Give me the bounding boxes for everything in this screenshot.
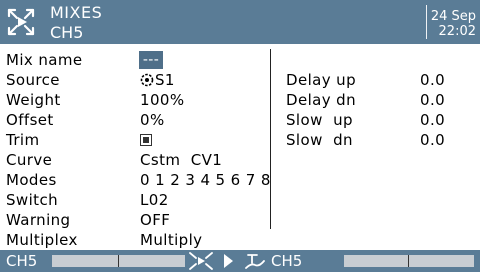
weight-value[interactable]: 100%: [140, 90, 184, 110]
field-label: Weight: [6, 91, 61, 109]
center-tick: [118, 255, 119, 267]
center-tick: [408, 255, 409, 267]
header-time: 22:02: [438, 24, 476, 39]
field-label: Switch: [6, 191, 58, 209]
mix-name-input[interactable]: ---: [139, 51, 163, 69]
header-date: 24 Sep: [430, 9, 476, 24]
field-row-curve[interactable]: Curve Cstm CV1: [6, 150, 271, 170]
radio-logo-icon[interactable]: [6, 7, 36, 37]
delay-dn-value[interactable]: 0.0: [420, 90, 445, 110]
delay-up-value[interactable]: 0.0: [420, 70, 445, 90]
curve-value[interactable]: Cstm CV1: [140, 150, 222, 170]
field-label: Offset: [6, 111, 54, 129]
field-row-modes[interactable]: Modes 0 1 2 3 4 5 6 7 8: [6, 170, 271, 190]
slow-dn-value[interactable]: 0.0: [420, 130, 445, 150]
mixer-icon: [189, 252, 213, 270]
field-row-weight[interactable]: Weight 100%: [6, 90, 271, 110]
footer-bar: CH5 CH5: [0, 250, 480, 272]
column-divider: [270, 49, 271, 229]
field-label: Delay up: [286, 71, 357, 89]
arrow-right-icon: [224, 254, 233, 268]
slow-up-value[interactable]: 0.0: [420, 110, 445, 130]
field-row-trim[interactable]: Trim: [6, 130, 271, 150]
field-row-source[interactable]: Source S1: [6, 70, 271, 90]
multiplex-value[interactable]: Multiply: [140, 230, 202, 250]
field-label: Slow up: [286, 111, 353, 129]
field-label: Modes: [6, 171, 57, 189]
warning-value[interactable]: OFF: [140, 210, 170, 230]
output-icon: [245, 254, 265, 269]
right-channel-bar: [344, 255, 474, 267]
field-label: Warning: [6, 211, 71, 229]
field-row-warning[interactable]: Warning OFF: [6, 210, 271, 230]
switch-value[interactable]: L02: [140, 190, 169, 210]
field-label: Source: [6, 71, 60, 89]
field-row-multiplex[interactable]: Multiplex Multiply: [6, 230, 271, 250]
field-row-slow-dn[interactable]: Slow dn 0.0: [286, 130, 476, 150]
left-channel-bar: [52, 255, 185, 267]
footer-right-channel: CH5: [271, 252, 303, 270]
field-row-offset[interactable]: Offset 0%: [6, 110, 271, 130]
field-label: Slow dn: [286, 131, 353, 149]
source-value[interactable]: S1: [140, 70, 175, 90]
field-row-mix-name[interactable]: Mix name ---: [6, 50, 271, 70]
field-row-delay-dn[interactable]: Delay dn 0.0: [286, 90, 476, 110]
field-row-switch[interactable]: Switch L02: [6, 190, 271, 210]
field-label: Delay dn: [286, 91, 357, 109]
field-row-delay-up[interactable]: Delay up 0.0: [286, 70, 476, 90]
page-title: MIXES: [50, 3, 103, 22]
source-text: S1: [155, 71, 175, 89]
header-bar: MIXES CH5 24 Sep 22:02: [0, 0, 480, 44]
field-row-slow-up[interactable]: Slow up 0.0: [286, 110, 476, 130]
field-label: Multiplex: [6, 231, 78, 249]
field-label: Curve: [6, 151, 53, 169]
field-label: Mix name: [6, 51, 83, 69]
offset-value[interactable]: 0%: [140, 110, 165, 130]
header-divider: [426, 5, 427, 39]
page-subtitle: CH5: [50, 23, 84, 42]
modes-value[interactable]: 0 1 2 3 4 5 6 7 8: [140, 170, 271, 190]
field-label: Trim: [6, 131, 40, 149]
footer-left-channel: CH5: [6, 252, 38, 270]
trim-checkbox[interactable]: [140, 134, 152, 146]
pot-icon: [140, 73, 154, 87]
